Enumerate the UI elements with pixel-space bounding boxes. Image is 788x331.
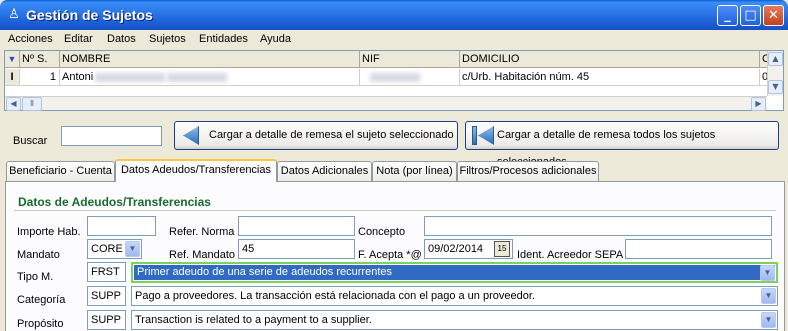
scroll-thumb[interactable]: ⦀ — [22, 97, 42, 111]
proposito-code[interactable]: SUPP — [87, 310, 126, 330]
table-cell-nif[interactable] — [360, 69, 460, 86]
tipo-m-select[interactable]: Primer adeudo de una serie de adeudos re… — [131, 262, 778, 283]
vertical-scrollbar[interactable]: ▲ ▼ — [767, 51, 783, 96]
proposito-selected-text: Transaction is related to a payment to a… — [135, 314, 372, 326]
menu-acciones[interactable]: Acciones — [8, 33, 53, 45]
ref-mandato-input[interactable]: 45 — [238, 239, 355, 259]
calendar-icon[interactable]: 15 — [494, 241, 510, 257]
f-acepta-date-input[interactable]: 09/02/2014 15 — [424, 239, 513, 259]
proposito-label: Propósito — [17, 318, 64, 330]
tab-filtros-procesos[interactable]: Filtros/Procesos adicionales — [457, 161, 599, 181]
arrow-first-icon — [478, 126, 494, 145]
menu-editar[interactable]: Editar — [64, 33, 93, 45]
refer-norma-label: Refer. Norma — [169, 226, 235, 238]
tipo-m-label: Tipo M. — [17, 271, 54, 283]
chevron-down-icon[interactable]: ▼ — [761, 288, 776, 304]
table-cell-domicilio[interactable]: c/Urb. Habitación núm. 45 — [460, 69, 760, 86]
chevron-down-icon[interactable]: ▼ — [761, 312, 776, 328]
tab-beneficiario-cuenta[interactable]: Beneficiario - Cuenta — [6, 161, 115, 181]
column-header-num[interactable]: Nº S. — [20, 51, 60, 68]
table-cell-nombre-text: Antoni — [62, 71, 94, 83]
refer-norma-input[interactable] — [238, 216, 355, 236]
f-acepta-label: F. Acepta *@ — [358, 249, 422, 261]
mandato-value: CORE — [91, 243, 123, 255]
categoria-select[interactable]: Pago a proveedores. La transacción está … — [131, 286, 778, 306]
f-acepta-value: 09/02/2014 — [428, 243, 484, 255]
load-all-button[interactable]: Cargar a detalle de remesa todos los suj… — [465, 121, 779, 168]
section-title: Datos de Adeudos/Transferencias — [18, 195, 211, 209]
maximize-button[interactable]: □ — [740, 5, 761, 26]
minimize-button[interactable]: _ — [717, 5, 738, 26]
proposito-select[interactable]: Transaction is related to a payment to a… — [131, 310, 778, 330]
tab-datos-adicionales[interactable]: Datos Adicionales — [277, 161, 372, 181]
menu-sujetos[interactable]: Sujetos — [149, 33, 186, 45]
column-header-nif[interactable]: NIF — [360, 51, 460, 68]
app-icon: ♙ — [8, 7, 20, 22]
redacted-nif — [370, 72, 420, 82]
categoria-label: Categoría — [17, 294, 66, 306]
table-cell-num[interactable]: 1 — [20, 69, 60, 86]
menu-entidades[interactable]: Entidades — [199, 33, 248, 45]
categoria-code[interactable]: SUPP — [87, 286, 126, 306]
menu-bar: Acciones Editar Datos Sujetos Entidades … — [0, 30, 788, 48]
table-cell-nombre[interactable]: Antoni — [60, 69, 360, 86]
tipo-m-selected-text: Primer adeudo de una serie de adeudos re… — [134, 265, 775, 280]
scroll-up-icon[interactable]: ▲ — [768, 52, 783, 66]
ident-acreedor-input[interactable] — [625, 239, 772, 259]
importe-hab-input[interactable] — [87, 216, 156, 236]
concepto-input[interactable] — [424, 216, 772, 236]
concepto-label: Concepto — [358, 226, 406, 238]
ident-acreedor-label: Ident. Acreedor SEPA — [517, 249, 624, 261]
title-bar[interactable]: ♙ Gestión de Sujetos _ □ ✕ — [0, 0, 788, 30]
redacted-name — [95, 72, 166, 82]
redacted-surname — [167, 72, 228, 82]
scroll-left-icon[interactable]: ◀ — [6, 97, 21, 111]
tab-nota-por-linea[interactable]: Nota (por línea) — [372, 161, 457, 181]
section-divider — [14, 210, 776, 211]
bar-icon — [472, 126, 477, 145]
load-selected-button[interactable]: Cargar a detalle de remesa el sujeto sel… — [174, 121, 458, 150]
column-header-nombre[interactable]: NOMBRE — [60, 51, 360, 68]
ref-mandato-label: Ref. Mandato — [169, 249, 236, 261]
search-label: Buscar — [13, 135, 48, 147]
tipo-m-code[interactable]: FRST — [87, 262, 126, 282]
column-header-domicilio[interactable]: DOMICILIO — [460, 51, 760, 68]
scroll-right-icon[interactable]: ▶ — [751, 97, 766, 111]
tab-datos-adeudos[interactable]: Datos Adeudos/Transferencias — [115, 159, 277, 182]
row-selector-header-icon[interactable]: ▼ — [5, 51, 20, 68]
arrow-left-icon — [183, 126, 199, 145]
load-selected-label: Cargar a detalle de remesa el sujeto sel… — [209, 129, 454, 141]
mandato-select[interactable]: CORE ▼ — [87, 239, 142, 259]
subjects-grid[interactable]: ▼ Nº S. NOMBRE NIF DOMICILIO C I 1 Anton… — [4, 50, 784, 111]
menu-ayuda[interactable]: Ayuda — [260, 33, 291, 45]
chevron-down-icon[interactable]: ▼ — [760, 265, 775, 281]
chevron-down-icon[interactable]: ▼ — [125, 241, 140, 257]
horizontal-scrollbar[interactable]: ◀ ⦀ ▶ — [5, 96, 767, 111]
mandato-label: Mandato — [17, 249, 60, 261]
row-cursor-icon: I — [5, 69, 20, 86]
importe-hab-label: Importe Hab. — [17, 226, 81, 238]
close-button[interactable]: ✕ — [763, 5, 784, 26]
categoria-selected-text: Pago a proveedores. La transacción está … — [135, 290, 535, 302]
scroll-down-icon[interactable]: ▼ — [768, 80, 783, 94]
menu-datos[interactable]: Datos — [107, 33, 136, 45]
search-input[interactable] — [61, 126, 162, 146]
window-title: Gestión de Sujetos — [26, 7, 153, 23]
